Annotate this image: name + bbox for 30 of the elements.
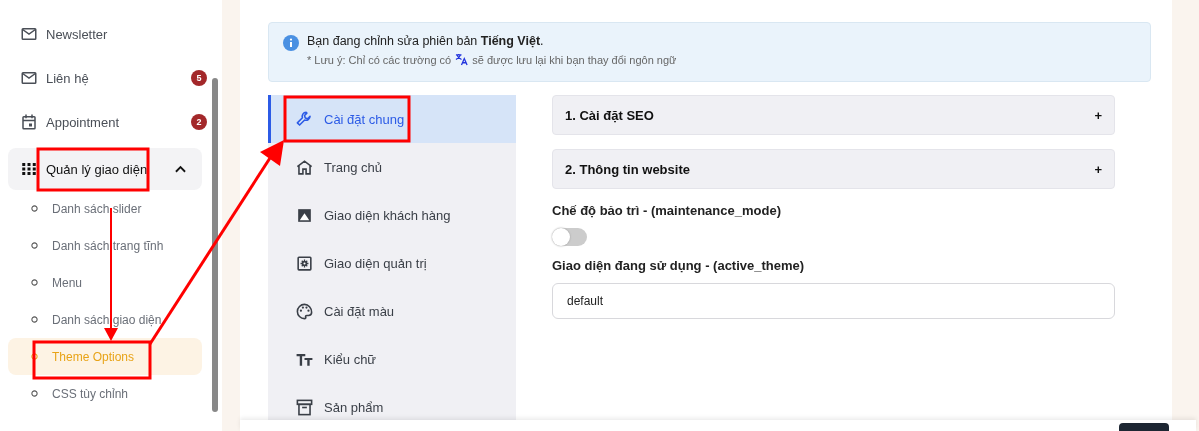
accordion-title: 1. Cài đặt SEO (565, 107, 654, 123)
submenu-item[interactable]: Danh sách giao diện (0, 301, 194, 338)
expand-toggle[interactable]: + (1094, 161, 1102, 177)
input-field[interactable]: default (552, 283, 1115, 319)
settings-tab[interactable]: Trang chủ (268, 143, 516, 191)
settings-tab[interactable]: Giao diện khách hàng (268, 191, 516, 239)
settings-tab[interactable]: Giao diện quản trị (268, 239, 516, 287)
accordion-header[interactable]: 1. Cài đặt SEO + (552, 95, 1115, 135)
field-label: Giao diện đang sử dụng - (active_theme) (552, 258, 806, 273)
nav-item[interactable]: Appointment 2 (0, 100, 210, 144)
notice-text: * Lưu ý: Chỉ có các trường có (307, 53, 452, 66)
accordion-header[interactable]: 2. Thông tin website + (552, 149, 1115, 189)
settings-tab[interactable]: Sản phẩm (268, 383, 516, 420)
settings-tab[interactable]: Cài đặt màu (268, 287, 516, 335)
field-label: Chế độ bảo trì - (maintenance_mode) (552, 203, 782, 218)
count-badge: 5 (191, 70, 207, 86)
nav-item[interactable]: Liên hệ 5 (0, 56, 210, 100)
expand-toggle[interactable]: + (1094, 107, 1102, 123)
submenu-item[interactable]: Danh sách slider (0, 190, 194, 227)
nav-group[interactable]: Quản lý giao diện (8, 148, 202, 190)
notice-title: Bạn đang chỉnh sửa phiên bản Tiếng Việt. (307, 34, 545, 48)
settings-tab[interactable]: Cài đặt chung (268, 95, 516, 143)
settings-tab[interactable]: Kiểu chữ (268, 335, 516, 383)
nav-item[interactable]: Newsletter (0, 12, 210, 56)
submenu-item[interactable]: Danh sách trang tĩnh (0, 227, 194, 264)
accordion-title: 2. Thông tin website (565, 161, 690, 177)
submenu-item[interactable]: CSS tùy chỉnh (0, 375, 194, 412)
submenu-item[interactable]: Menu (0, 264, 194, 301)
count-badge: 2 (191, 114, 207, 130)
notice-text: sẽ được lưu lại khi bạn thay đổi ngôn ngữ (472, 53, 677, 66)
